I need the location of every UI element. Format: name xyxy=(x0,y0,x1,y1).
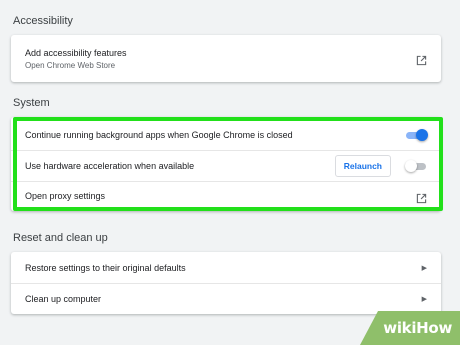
clean-up-computer-label: Clean up computer xyxy=(25,294,102,304)
clean-up-computer-row[interactable]: Clean up computer ▶ xyxy=(11,284,441,314)
hardware-acceleration-row[interactable]: Use hardware acceleration when available… xyxy=(11,151,441,181)
hardware-acceleration-toggle[interactable] xyxy=(405,160,427,172)
background-apps-label: Continue running background apps when Go… xyxy=(25,129,293,140)
reset-heading: Reset and clean up xyxy=(13,232,108,244)
restore-defaults-label: Restore settings to their original defau… xyxy=(25,262,186,273)
add-accessibility-features-label: Add accessibility features xyxy=(25,47,127,58)
hardware-acceleration-label: Use hardware acceleration when available xyxy=(25,161,195,171)
external-link-icon[interactable] xyxy=(416,53,427,66)
open-web-store-sublabel: Open Chrome Web Store xyxy=(25,60,116,70)
background-apps-toggle[interactable] xyxy=(405,128,428,141)
restore-defaults-row[interactable]: Restore settings to their original defau… xyxy=(11,252,441,283)
toggle-knob xyxy=(405,160,417,172)
chevron-right-icon: ▶ xyxy=(421,264,427,272)
accessibility-card: Add accessibility features Open Chrome W… xyxy=(11,35,441,82)
toggle-knob xyxy=(416,128,428,141)
proxy-settings-row[interactable]: Open proxy settings xyxy=(11,182,441,210)
add-accessibility-features-row[interactable]: Add accessibility features Open Chrome W… xyxy=(11,35,441,82)
background-apps-row[interactable]: Continue running background apps when Go… xyxy=(11,119,441,150)
proxy-settings-label: Open proxy settings xyxy=(25,191,106,201)
accessibility-heading: Accessibility xyxy=(13,15,73,27)
chevron-right-icon: ▶ xyxy=(421,296,427,303)
system-card: Continue running background apps when Go… xyxy=(11,117,441,211)
relaunch-button[interactable]: Relaunch xyxy=(334,155,391,177)
external-link-icon[interactable] xyxy=(416,191,427,203)
wikihow-watermark: wikiHow xyxy=(360,311,460,345)
reset-card: Restore settings to their original defau… xyxy=(11,252,441,314)
system-heading: System xyxy=(13,97,50,109)
